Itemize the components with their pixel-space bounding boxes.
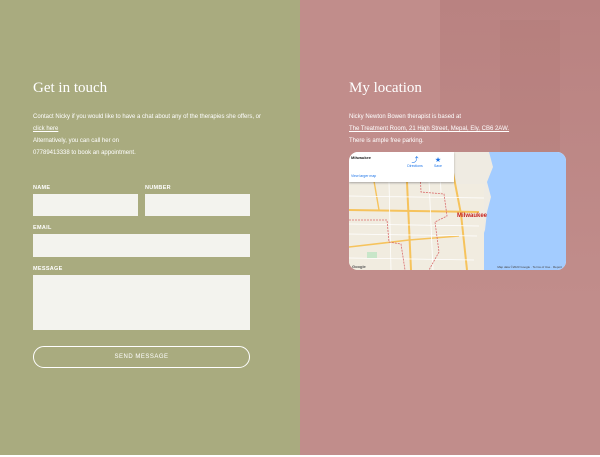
name-label: NAME [33, 185, 51, 191]
send-message-button[interactable]: SEND MESSAGE [33, 346, 250, 368]
intro-text: Contact Nicky if you would like to have … [33, 114, 262, 120]
phone-number[interactable]: 07789413338 [33, 150, 70, 156]
alternative-line: Alternatively, you can call her on [33, 138, 119, 144]
email-label: EMAIL [33, 225, 52, 231]
email-input[interactable] [33, 234, 250, 257]
contact-title: Get in touch [33, 80, 108, 96]
location-title: My location [349, 80, 422, 96]
name-input[interactable] [33, 194, 138, 216]
embedded-map[interactable]: Milwaukee View larger map ⤴ Directions ★… [349, 152, 566, 270]
message-label: MESSAGE [33, 266, 63, 272]
address-link[interactable]: The Treatment Room, 21 High Street, Mepa… [349, 123, 569, 135]
view-larger-map-link[interactable]: View larger map [351, 174, 376, 178]
save-button[interactable]: ★ Save [431, 157, 445, 168]
map-attribution[interactable]: Map data ©2023 Google · Terms of Use · R… [497, 265, 562, 269]
contact-panel: Get in touch Contact Nicky if you would … [0, 0, 300, 455]
click-here-link[interactable]: click here [33, 123, 263, 135]
google-logo[interactable]: Google [352, 264, 366, 269]
contact-intro: Contact Nicky if you would like to have … [33, 111, 263, 159]
location-line: Nicky Newton Bowen therapist is based at [349, 114, 462, 120]
number-label: NUMBER [145, 185, 171, 191]
map-place-name: Milwaukee [351, 155, 372, 160]
map-place-card: Milwaukee View larger map ⤴ Directions ★… [349, 152, 454, 182]
directions-icon: ⤴ [411, 157, 419, 164]
location-text: Nicky Newton Bowen therapist is based at… [349, 111, 569, 147]
message-textarea[interactable] [33, 275, 250, 330]
appointment-text: to book an appointment. [71, 150, 136, 156]
map-city-label: Milwaukee [457, 213, 488, 219]
number-input[interactable] [145, 194, 250, 216]
parking-text: There is ample free parking. [349, 138, 424, 144]
location-panel: My location Nicky Newton Bowen therapist… [300, 0, 600, 455]
directions-button[interactable]: ⤴ Directions [407, 157, 423, 168]
star-icon: ★ [434, 157, 442, 164]
